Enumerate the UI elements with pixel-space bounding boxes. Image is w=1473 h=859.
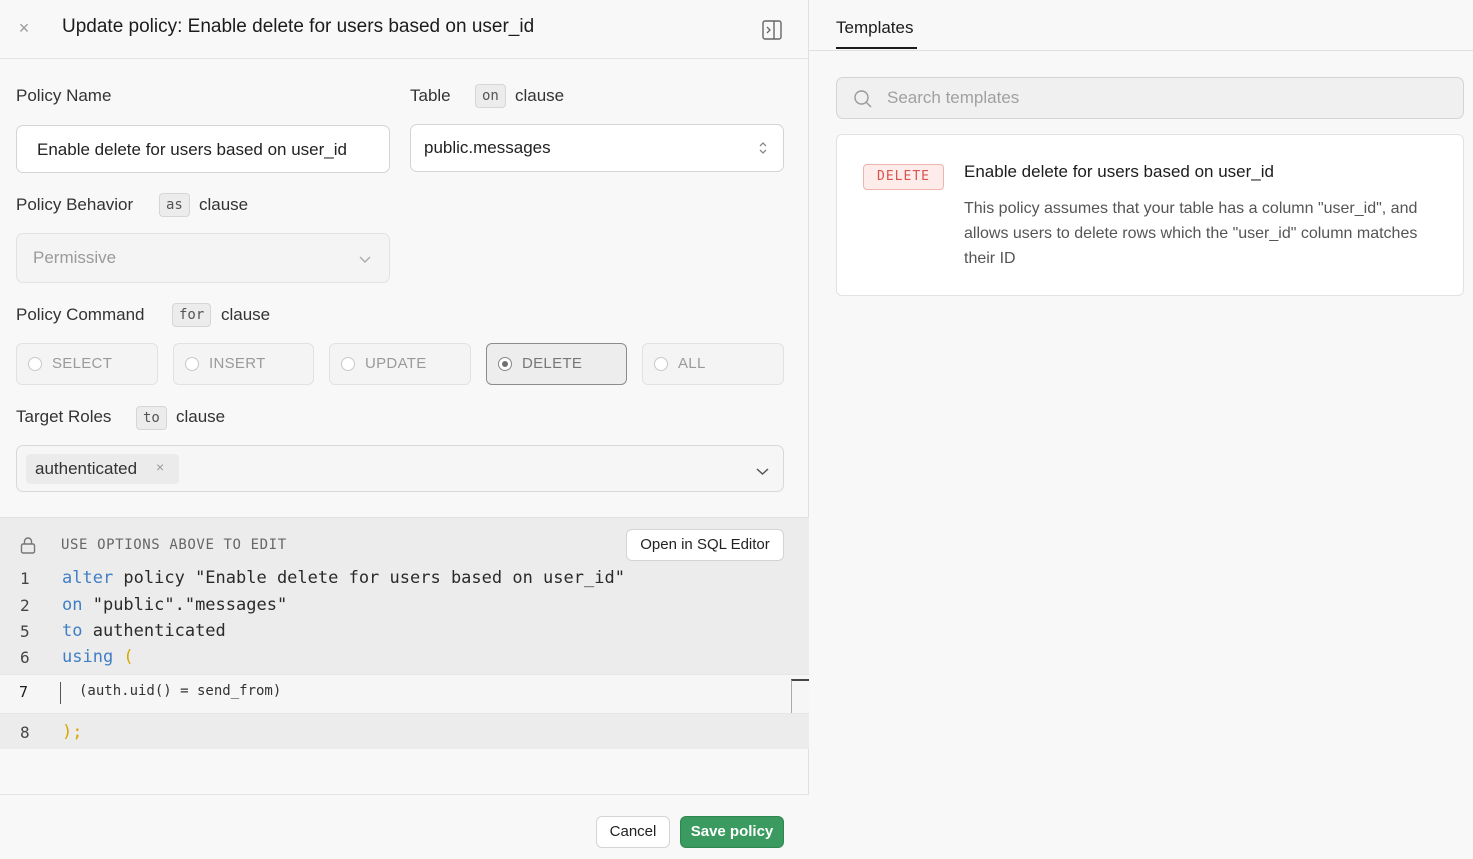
line-number: 8 (20, 723, 30, 742)
delete-badge: DELETE (863, 164, 944, 190)
behavior-clause-label: clause (199, 195, 249, 214)
command-clause-label: clause (221, 305, 271, 324)
table-clause-label: clause (515, 86, 565, 105)
code-line: using ( (62, 647, 134, 667)
command-option-select[interactable]: SELECT (16, 343, 158, 385)
policy-name-value: Enable delete for users based on user_id (37, 140, 347, 159)
close-icon[interactable]: × (15, 18, 33, 38)
search-placeholder: Search templates (887, 88, 1020, 107)
code-text: ( (113, 647, 134, 667)
expression-text[interactable]: (auth.uid() = send_from) (79, 683, 281, 699)
line-number: 2 (20, 596, 30, 615)
role-chip-label: authenticated (35, 459, 138, 478)
table-label: Table (410, 86, 451, 105)
editor-header: × Update policy: Enable delete for users… (0, 0, 809, 59)
open-sql-editor-button[interactable]: Open in SQL Editor (626, 529, 784, 561)
policy-command-label: Policy Command (16, 305, 145, 324)
command-option-all[interactable]: ALL (642, 343, 784, 385)
templates-panel: Templates Search templates DELETE Enable… (809, 0, 1473, 859)
save-policy-button[interactable]: Save policy (680, 816, 784, 848)
code-text: policy "Enable delete for users based on… (113, 568, 625, 588)
policy-name-label: Policy Name (16, 86, 112, 105)
sql-preview: USE OPTIONS ABOVE TO EDIT Open in SQL Ed… (0, 517, 809, 749)
target-roles-label: Target Roles (16, 407, 112, 426)
command-option-label: INSERT (209, 355, 266, 372)
code-keyword: using (62, 647, 114, 667)
code-keyword: to (62, 621, 83, 641)
for-keyword: for (172, 303, 212, 327)
table-select-value: public.messages (424, 138, 551, 157)
command-option-label: DELETE (522, 355, 583, 372)
cancel-button[interactable]: Cancel (596, 816, 670, 848)
target-roles-select[interactable]: authenticated × (16, 445, 784, 492)
command-option-label: UPDATE (365, 355, 427, 372)
text-cursor (60, 682, 61, 704)
code-line: on "public"."messages" (62, 595, 287, 615)
command-option-label: ALL (678, 355, 706, 372)
roles-clause-label: clause (176, 407, 226, 426)
table-select[interactable]: public.messages (410, 124, 784, 172)
policy-behavior-label: Policy Behavior (16, 195, 134, 214)
policy-name-input[interactable]: Enable delete for users based on user_id (16, 125, 390, 173)
code-line: alter policy "Enable delete for users ba… (62, 568, 625, 588)
code-text: ); (62, 722, 83, 742)
role-chip: authenticated × (26, 454, 179, 484)
policy-editor-panel: × Update policy: Enable delete for users… (0, 0, 809, 859)
chevron-down-icon (359, 252, 371, 270)
search-templates-input[interactable]: Search templates (836, 77, 1464, 119)
policy-behavior-value: Permissive (33, 248, 117, 267)
chevron-updown-icon (757, 139, 769, 162)
radio-icon (654, 357, 668, 371)
tabs-divider (809, 50, 1473, 51)
code-line: ); (62, 722, 82, 742)
panel-right-icon[interactable] (762, 20, 782, 40)
expression-editor[interactable]: 7 (auth.uid() = send_from) (0, 674, 809, 714)
radio-icon (28, 357, 42, 371)
line-number: 6 (20, 648, 30, 667)
command-option-insert[interactable]: INSERT (173, 343, 314, 385)
chevron-down-icon (756, 464, 769, 482)
line-number: 5 (20, 622, 30, 641)
editor-scrollbar[interactable] (791, 679, 809, 713)
active-tab-underline (836, 47, 917, 49)
template-description: This policy assumes that your table has … (964, 200, 1418, 267)
editor-footer: Cancel Save policy (0, 794, 809, 859)
radio-selected-icon (498, 357, 512, 371)
line-number: 7 (19, 683, 29, 701)
command-option-update[interactable]: UPDATE (329, 343, 471, 385)
tab-templates[interactable]: Templates (836, 18, 913, 38)
search-icon (853, 89, 873, 114)
template-title: Enable delete for users based on user_id (964, 162, 1274, 181)
on-keyword: on (475, 84, 506, 108)
as-keyword: as (159, 193, 190, 217)
code-keyword: alter (62, 568, 114, 588)
lock-icon (19, 536, 37, 559)
radio-icon (341, 357, 355, 371)
edit-notice: USE OPTIONS ABOVE TO EDIT (61, 537, 287, 553)
page-title: Update policy: Enable delete for users b… (62, 16, 535, 37)
code-keyword: on (62, 595, 83, 615)
code-text: "public"."messages" (82, 595, 288, 615)
radio-icon (185, 357, 199, 371)
code-line: to authenticated (62, 621, 226, 641)
template-card[interactable]: DELETE Enable delete for users based on … (836, 134, 1464, 296)
to-keyword: to (136, 406, 167, 430)
command-option-label: SELECT (52, 355, 113, 372)
command-option-delete[interactable]: DELETE (486, 343, 627, 385)
policy-behavior-select[interactable]: Permissive (16, 233, 390, 283)
remove-role-icon[interactable]: × (156, 459, 164, 475)
line-number: 1 (20, 569, 30, 588)
code-text: authenticated (82, 621, 226, 641)
